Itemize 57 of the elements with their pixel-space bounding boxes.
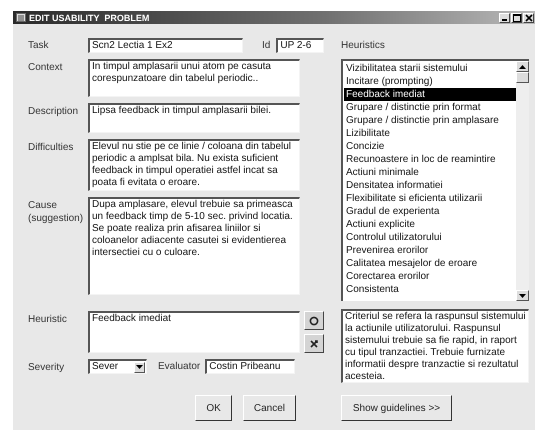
text-area[interactable]: Elevul nu stie pe ce linie / coloana din tabelul periodic a amplsat bila. Nu exista suficient feedback in timpul operatiei astfel incat sa poata fi evitata o eroare. bbox=[88, 139, 300, 191]
list-item[interactable]: Densitatea informatiei bbox=[344, 179, 516, 192]
scroll-thumb[interactable] bbox=[516, 72, 529, 83]
field-label: Difficulties bbox=[28, 141, 74, 154]
field-label: Description bbox=[28, 105, 80, 118]
list-item[interactable]: Actiuni explicite bbox=[344, 218, 516, 231]
window-icon bbox=[16, 13, 26, 22]
list-item[interactable]: Controlul utilizatorului bbox=[344, 231, 516, 244]
scroll-up-icon[interactable] bbox=[519, 64, 526, 68]
list-item[interactable]: Gradul de experienta bbox=[344, 205, 516, 218]
list-item[interactable]: Grupare / distinctie prin amplasare bbox=[344, 114, 516, 127]
heuristic-description: Criteriul se refera la raspunsul sistemului la actiunile utilizatorului. Raspunsul sistemului trebuie sa fie rapid, in raport cu tipul tranzactiei. Trebuie furnizate informatii despre tranzactie si rezultatul acesteia. bbox=[341, 309, 529, 383]
cross-icon bbox=[309, 338, 319, 348]
list-item[interactable]: Consistenta bbox=[344, 283, 516, 296]
list-item[interactable]: Concizie bbox=[344, 140, 516, 153]
list-item[interactable]: Incitare (prompting) bbox=[344, 75, 516, 88]
id-field[interactable]: UP 2-6 bbox=[276, 38, 324, 52]
heuristic-field[interactable]: Feedback imediat bbox=[88, 311, 300, 353]
field-label: Context bbox=[28, 61, 64, 74]
list-item[interactable]: Corectarea erorilor bbox=[344, 270, 516, 283]
list-item[interactable]: Feedback imediat bbox=[344, 88, 516, 101]
dropdown-arrow-icon bbox=[136, 365, 143, 369]
list-item[interactable]: Recunoastere in loc de reamintire bbox=[344, 153, 516, 166]
task-field[interactable]: Scn2 Lectia 1 Ex2 bbox=[88, 38, 243, 52]
minimize-icon bbox=[502, 19, 507, 21]
field-label: Cause (suggestion) bbox=[28, 199, 84, 225]
text-area[interactable]: Dupa amplasare, elevul trebuie sa primeasca un feedback timp de 5-10 sec. privind locatia. Se poate realiza prin afisarea liniilor si coloanelor adiacente casutei si evidentierea intersectiei cu o culoare. bbox=[88, 197, 300, 295]
severity-dropdown[interactable]: Sever bbox=[88, 359, 147, 374]
minimize-button[interactable] bbox=[499, 12, 510, 22]
field-label: Id bbox=[262, 38, 270, 52]
field-label: Heuristic bbox=[28, 313, 68, 326]
field-label: Evaluator bbox=[158, 360, 200, 373]
window-title: EDIT USABILITY PROBLEM bbox=[29, 12, 150, 22]
show-guidelines-button[interactable]: Show guidelines >> bbox=[341, 395, 452, 421]
scrollbar[interactable] bbox=[516, 61, 529, 301]
list-item[interactable]: Prevenirea erorilor bbox=[344, 244, 516, 257]
add-button[interactable] bbox=[304, 311, 324, 330]
field-label: Heuristics bbox=[341, 39, 386, 52]
cancel-button[interactable]: Cancel bbox=[242, 395, 296, 421]
field-label: Severity bbox=[28, 361, 66, 374]
text-area[interactable]: In timpul amplasarii unui atom pe casuta corespunzatoare din tabelul periodic.. bbox=[88, 59, 300, 97]
evaluator-field[interactable]: Costin Pribeanu bbox=[205, 359, 296, 374]
list-item[interactable]: Grupare / distinctie prin format bbox=[344, 101, 516, 114]
list-item[interactable]: Lizibilitate bbox=[344, 127, 516, 140]
remove-button[interactable] bbox=[304, 334, 324, 353]
maximize-icon bbox=[512, 14, 520, 22]
list-item[interactable]: Actiuni minimale bbox=[344, 166, 516, 179]
close-icon bbox=[524, 14, 532, 22]
ok-button[interactable]: OK bbox=[195, 395, 232, 421]
text-area[interactable]: Lipsa feedback in timpul amplasarii bilei. bbox=[88, 103, 300, 133]
scroll-down-icon[interactable] bbox=[519, 294, 526, 298]
list-item[interactable]: Flexibilitate si eficienta utilizarii bbox=[344, 192, 516, 205]
list-item[interactable]: Vizibilitatea starii sistemului bbox=[344, 62, 516, 75]
list-item[interactable]: Calitatea mesajelor de eroare bbox=[344, 257, 516, 270]
field-label: Task bbox=[28, 39, 50, 52]
close-button[interactable] bbox=[523, 12, 534, 22]
maximize-button[interactable] bbox=[511, 12, 522, 22]
